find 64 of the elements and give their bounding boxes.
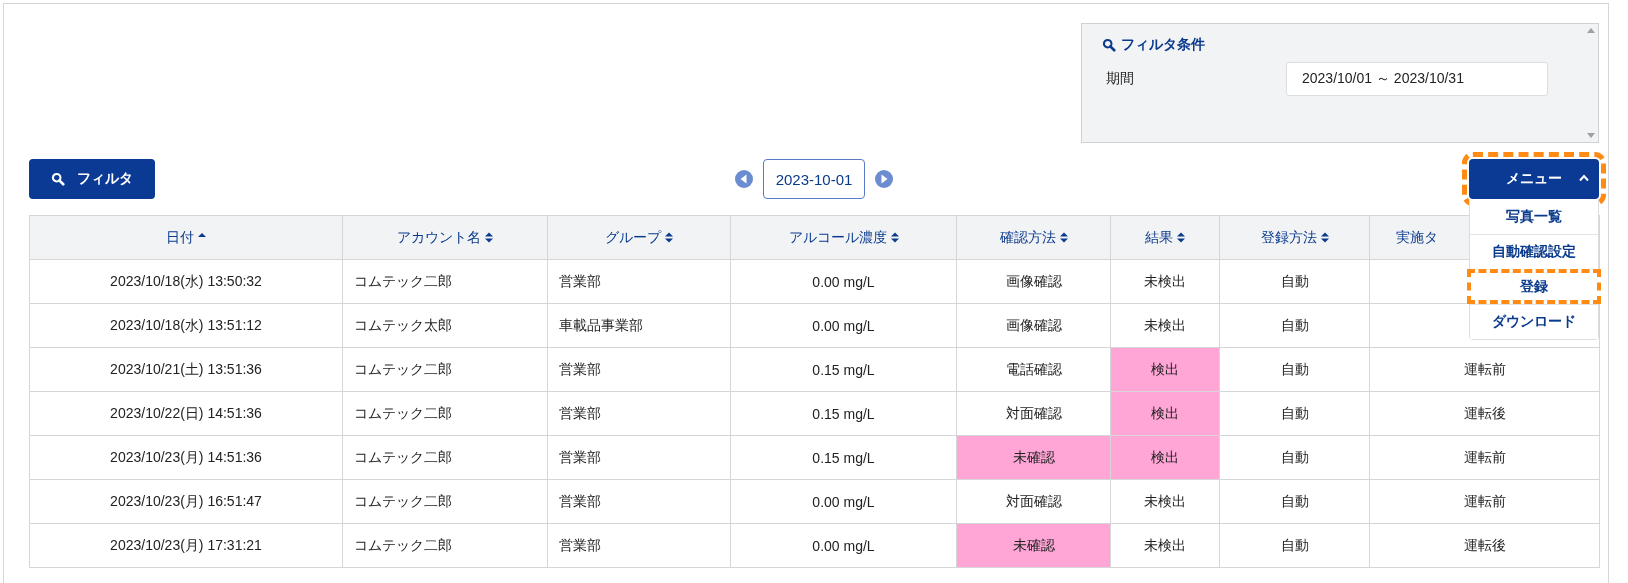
date-cell: 2023/10/23(月) 14:51:36 [29, 435, 343, 480]
registration-cell: 自動 [1219, 347, 1370, 392]
date-cell: 2023/10/22(日) 14:51:36 [29, 391, 343, 436]
confirm-method-cell: 対面確認 [956, 391, 1111, 436]
column-header-label: アカウント名 [397, 228, 481, 247]
column-header-label: グループ [605, 228, 661, 247]
timing-cell: 運転前 [1369, 347, 1600, 392]
column-header-label: 実施タ [1396, 228, 1438, 247]
column-header-label: 日付 [166, 228, 194, 247]
result-cell: 未検出 [1110, 303, 1220, 348]
result-cell: 未検出 [1110, 259, 1220, 304]
result-cell: 検出 [1110, 435, 1220, 480]
period-label: 期間 [1105, 70, 1135, 88]
date-cell: 2023/10/18(水) 13:51:12 [29, 303, 343, 348]
group-cell: 営業部 [547, 259, 731, 304]
date-cell: 2023/10/18(水) 13:50:32 [29, 259, 343, 304]
registration-cell: 自動 [1219, 523, 1370, 568]
alcohol-cell: 0.00 mg/L [730, 259, 957, 304]
date-cell: 2023/10/23(月) 17:31:21 [29, 523, 343, 568]
alcohol-cell: 0.00 mg/L [730, 479, 957, 524]
account-cell: コムテック二郎 [342, 391, 548, 436]
date-cell: 2023/10/21(土) 13:51:36 [29, 347, 343, 392]
account-cell: コムテック二郎 [342, 523, 548, 568]
result-cell: 未検出 [1110, 523, 1220, 568]
group-cell: 車載品事業部 [547, 303, 731, 348]
account-cell: コムテック二郎 [342, 479, 548, 524]
column-header-label: 登録方法 [1260, 228, 1317, 247]
timing-cell: 運転前 [1369, 435, 1600, 480]
group-cell: 営業部 [547, 479, 731, 524]
group-cell: 営業部 [547, 435, 731, 480]
alcohol-cell: 0.15 mg/L [730, 391, 957, 436]
confirm-method-cell: 画像確認 [956, 303, 1111, 348]
date-cell: 2023/10/23(月) 16:51:47 [29, 479, 343, 524]
filter-panel-title: フィルタ条件 [1121, 36, 1205, 54]
column-header-label: 確認方法 [999, 228, 1056, 247]
column-header-label: 結果 [1145, 228, 1173, 247]
registration-cell: 自動 [1219, 303, 1370, 348]
column-header-label: アルコール濃度 [788, 228, 887, 247]
confirm-method-cell: 対面確認 [956, 479, 1111, 524]
alcohol-cell: 0.00 mg/L [730, 303, 957, 348]
alcohol-cell: 0.00 mg/L [730, 523, 957, 568]
result-cell: 未検出 [1110, 479, 1220, 524]
result-cell: 検出 [1110, 347, 1220, 392]
account-cell: コムテック太郎 [342, 303, 548, 348]
registration-cell: 自動 [1219, 259, 1370, 304]
group-cell: 営業部 [547, 391, 731, 436]
alcohol-cell: 0.15 mg/L [730, 435, 957, 480]
result-cell: 検出 [1110, 391, 1220, 436]
account-cell: コムテック二郎 [342, 347, 548, 392]
timing-cell: 運転後 [1369, 391, 1600, 436]
account-cell: コムテック二郎 [342, 259, 548, 304]
confirm-method-cell: 電話確認 [956, 347, 1111, 392]
timing-cell: 運転後 [1369, 523, 1600, 568]
group-cell: 営業部 [547, 523, 731, 568]
alcohol-cell: 0.15 mg/L [730, 347, 957, 392]
confirm-method-cell: 画像確認 [956, 259, 1111, 304]
registration-cell: 自動 [1219, 479, 1370, 524]
timing-cell: 運転前 [1369, 479, 1600, 524]
group-cell: 営業部 [547, 347, 731, 392]
registration-cell: 自動 [1219, 435, 1370, 480]
registration-cell: 自動 [1219, 391, 1370, 436]
confirm-method-cell: 未確認 [956, 435, 1111, 480]
confirm-method-cell: 未確認 [956, 523, 1111, 568]
account-cell: コムテック二郎 [342, 435, 548, 480]
